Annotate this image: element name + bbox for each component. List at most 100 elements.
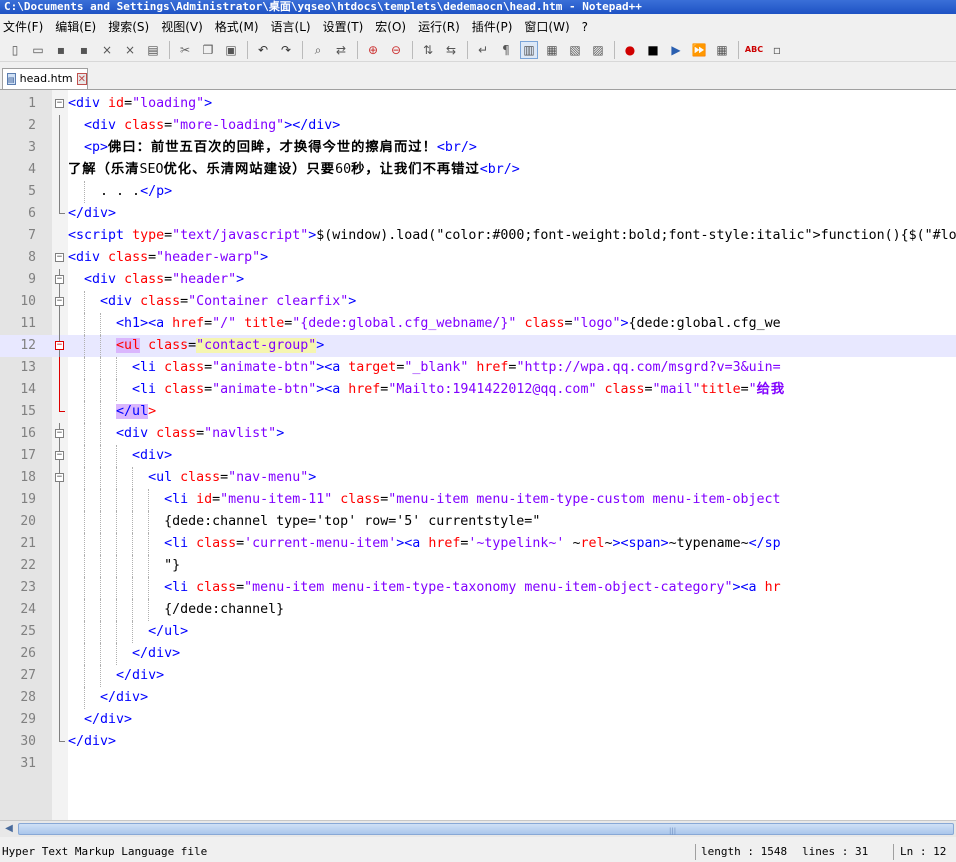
code-line[interactable]: 30 </div>: [0, 731, 956, 753]
code-line[interactable]: 15 </ul>: [0, 401, 956, 423]
menu-item[interactable]: 文件(F): [0, 16, 46, 38]
code-line[interactable]: 1 − <div id="loading">: [0, 93, 956, 115]
print-icon[interactable]: ▤: [144, 41, 162, 59]
save-all-icon[interactable]: ▪: [75, 41, 93, 59]
code-line[interactable]: 2 <div class="more-loading"></div>: [0, 115, 956, 137]
menu-item[interactable]: 语言(L): [268, 16, 314, 38]
code-line[interactable]: 10 − <div class="Container clearfix">: [0, 291, 956, 313]
menu-item[interactable]: 运行(R): [415, 16, 463, 38]
show-all-chars-icon[interactable]: ¶: [497, 41, 515, 59]
tab-head-htm[interactable]: ▤ head.htm ✕: [2, 68, 88, 89]
stop-macro-icon[interactable]: ■: [644, 41, 662, 59]
code-text: <li class="animate-btn"><a href="Mailto:…: [132, 382, 786, 397]
menu-item[interactable]: 搜索(S): [105, 16, 152, 38]
paste-icon[interactable]: ▣: [222, 41, 240, 59]
code-line[interactable]: 7 <script type="text/javascript">$(window…: [0, 225, 956, 247]
code-line[interactable]: 3 <p>佛曰：前世五百次的回眸，才换得今世的擦肩而过！<br/>: [0, 137, 956, 159]
zoom-out-icon[interactable]: ⊖: [387, 41, 405, 59]
play-macro-icon[interactable]: ▶: [667, 41, 685, 59]
code-line[interactable]: 12 − <ul class="contact-group">: [0, 335, 956, 357]
code-line[interactable]: 14 <li class="animate-btn"><a href="Mail…: [0, 379, 956, 401]
menu-item[interactable]: 插件(P): [469, 16, 516, 38]
code-line[interactable]: 13 <li class="animate-btn"><a target="_b…: [0, 357, 956, 379]
misc-icon[interactable]: ▫: [768, 41, 786, 59]
indent-guide-icon[interactable]: ▥: [520, 40, 538, 59]
find-icon[interactable]: ⌕: [309, 41, 327, 59]
fold-toggle-icon[interactable]: −: [55, 341, 64, 350]
fold-toggle-icon[interactable]: −: [55, 451, 64, 460]
save-macro-icon[interactable]: ▦: [713, 41, 731, 59]
scroll-left-icon[interactable]: ◀: [2, 823, 16, 835]
undo-icon[interactable]: ↶: [254, 41, 272, 59]
copy-icon[interactable]: ❐: [199, 41, 217, 59]
code-line[interactable]: 24 {/dede:channel}: [0, 599, 956, 621]
fold-line: [59, 555, 60, 577]
menu-item[interactable]: 格式(M): [212, 16, 262, 38]
open-file-icon[interactable]: ▭: [29, 41, 47, 59]
fold-toggle-icon[interactable]: −: [55, 275, 64, 284]
menu-item[interactable]: 视图(V): [158, 16, 206, 38]
editor[interactable]: 1− <div id="loading"> 2 <div class="more-l…: [0, 90, 956, 820]
code-text: </ul>: [148, 624, 189, 639]
record-macro-icon[interactable]: ●: [621, 41, 639, 59]
save-icon[interactable]: ▪: [52, 41, 70, 59]
code-line[interactable]: 25 </ul>: [0, 621, 956, 643]
code-line[interactable]: 5 . . .</p>: [0, 181, 956, 203]
code-line[interactable]: 19 <li id="menu-item-11" class="menu-ite…: [0, 489, 956, 511]
code-line[interactable]: 28 </div>: [0, 687, 956, 709]
fold-line: [59, 599, 60, 621]
code-line[interactable]: 29 </div>: [0, 709, 956, 731]
menu-item[interactable]: 设置(T): [320, 16, 367, 38]
code-line[interactable]: 31: [0, 753, 956, 775]
redo-icon[interactable]: ↷: [277, 41, 295, 59]
code-line[interactable]: 21 <li class='current-menu-item'><a href…: [0, 533, 956, 555]
sync-vertical-icon[interactable]: ⇅: [419, 41, 437, 59]
code-line[interactable]: 16 − <div class="navlist">: [0, 423, 956, 445]
spellcheck-icon[interactable]: ABC: [745, 41, 763, 59]
code-line[interactable]: 17 − <div>: [0, 445, 956, 467]
line-number: 6: [28, 206, 36, 221]
doc-map-icon[interactable]: ▨: [589, 41, 607, 59]
fold-line: [59, 621, 60, 643]
function-list-icon[interactable]: ▧: [566, 41, 584, 59]
run-macro-multiple-icon[interactable]: ⏩: [690, 41, 708, 59]
code-line[interactable]: 23 <li class="menu-item menu-item-type-t…: [0, 577, 956, 599]
tab-bar: ▤ head.htm ✕: [0, 66, 956, 90]
code-line[interactable]: 6 </div>: [0, 203, 956, 225]
menu-item[interactable]: 窗口(W): [521, 16, 572, 38]
toolbar-separator: [738, 40, 739, 59]
code-line[interactable]: 8 − <div class="header-warp">: [0, 247, 956, 269]
tab-close-icon[interactable]: ✕: [76, 73, 87, 85]
fold-toggle-icon[interactable]: −: [55, 253, 64, 262]
code-line[interactable]: 11 <h1><a href="/" title="{dede:global.c…: [0, 313, 956, 335]
new-file-icon[interactable]: ▯: [6, 41, 24, 59]
fold-toggle-icon[interactable]: −: [55, 99, 64, 108]
close-icon[interactable]: ×: [98, 41, 116, 59]
menu-item[interactable]: 宏(O): [372, 16, 409, 38]
window-title: C:\Documents and Settings\Administrator\…: [0, 0, 956, 14]
zoom-in-icon[interactable]: ⊕: [364, 41, 382, 59]
fold-toggle-icon[interactable]: −: [55, 429, 64, 438]
code-line[interactable]: 20 {dede:channel type='top' row='5' curr…: [0, 511, 956, 533]
menu-item[interactable]: ?: [579, 16, 591, 38]
code-line[interactable]: 18 − <ul class="nav-menu">: [0, 467, 956, 489]
code-line[interactable]: 22 "}: [0, 555, 956, 577]
sync-horizontal-icon[interactable]: ⇆: [442, 41, 460, 59]
code-line[interactable]: 4 了解（乐清SEO优化、乐清网站建设）只要60秒，让我们不再错过<br/>: [0, 159, 956, 181]
menu-item[interactable]: 编辑(E): [52, 16, 99, 38]
fold-toggle-icon[interactable]: −: [55, 473, 64, 482]
close-all-icon[interactable]: ×: [121, 41, 139, 59]
code-line[interactable]: 9 − <div class="header">: [0, 269, 956, 291]
fold-line: [59, 577, 60, 599]
code-line[interactable]: 27 </div>: [0, 665, 956, 687]
replace-icon[interactable]: ⇄: [332, 41, 350, 59]
code-line[interactable]: 26 </div>: [0, 643, 956, 665]
scroll-thumb[interactable]: |||: [18, 823, 954, 835]
horizontal-scrollbar[interactable]: ◀ |||: [0, 820, 956, 837]
line-number: 11: [20, 316, 36, 331]
user-lang-icon[interactable]: ▦: [543, 41, 561, 59]
fold-toggle-icon[interactable]: −: [55, 297, 64, 306]
word-wrap-icon[interactable]: ↵: [474, 41, 492, 59]
status-length: length : 1548: [701, 845, 788, 858]
cut-icon[interactable]: ✂: [176, 41, 194, 59]
